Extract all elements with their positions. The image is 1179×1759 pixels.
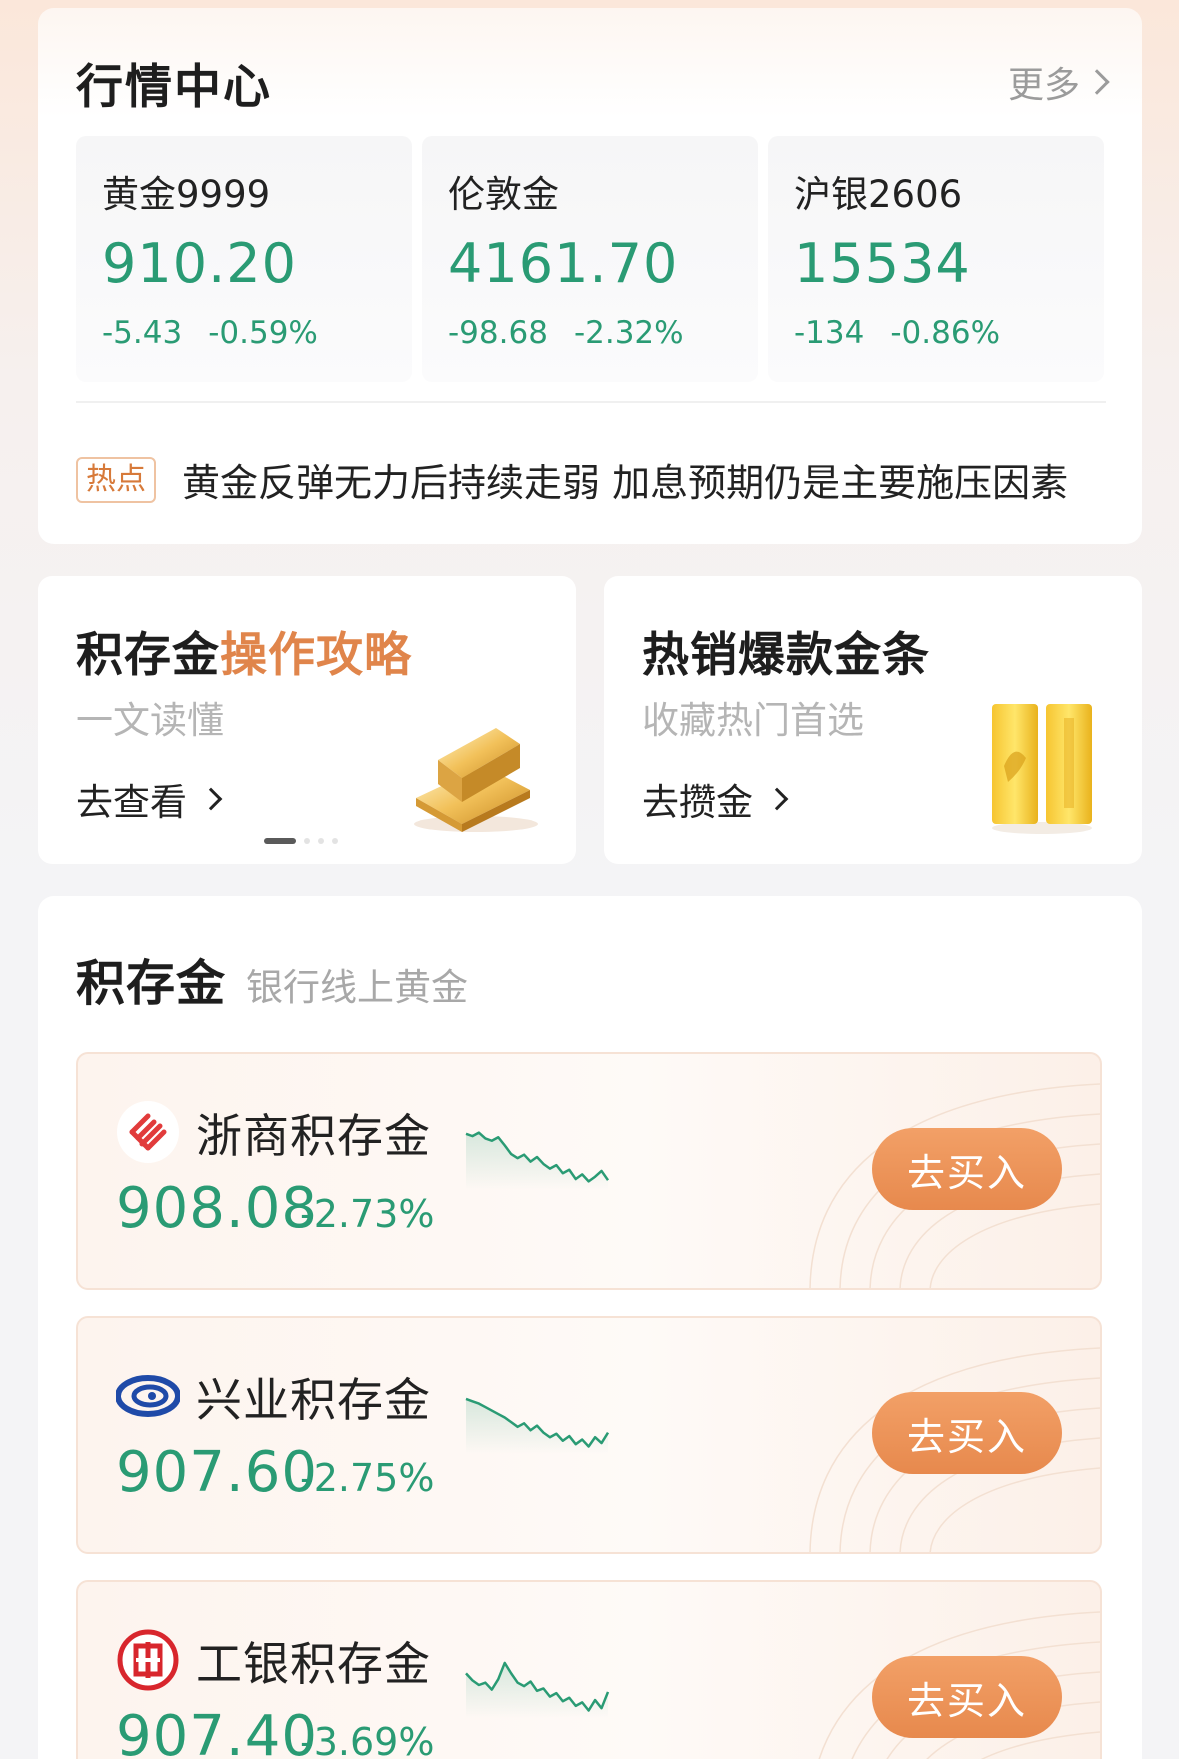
savings-subtitle: 银行线上黄金 [246,966,469,1009]
promo-title-plain: 热销爆款金条 [642,628,930,683]
tile-change-value: -5.43 [102,315,183,351]
promo-title: 积存金操作攻略 [76,616,412,685]
tile-change-percent: -0.86% [890,315,1001,351]
product-name: 兴业积存金 [196,1373,431,1427]
savings-title: 积存金 [76,955,227,1012]
chevron-right-icon [1084,69,1110,95]
product-card-icbc[interactable]: 工银积存金 907.40 -3.69% 去买入 [76,1580,1102,1759]
hot-headline: 黄金反弹无力后持续走弱 加息预期仍是主要施压因素 [182,461,1069,505]
tile-change-percent: -2.32% [573,315,684,351]
tile-name: 沪银2606 [794,173,963,216]
promo-card-guide[interactable]: 积存金操作攻略 一文读懂 去查看 [38,576,576,864]
promo-subtitle: 一文读懂 [76,699,224,742]
savings-header: 积存金 银行线上黄金 [76,944,468,1015]
trend-sparkline [465,1397,610,1454]
tile-change: -98.68 -2.32% [448,315,758,351]
hot-badge: 热点 [76,456,156,503]
market-title: 行情中心 [76,60,272,115]
buy-button[interactable]: 去买入 [872,1128,1062,1210]
tile-change-percent: -0.59% [208,315,318,351]
buy-button[interactable]: 去买入 [872,1656,1062,1738]
tile-change: -5.43 -0.59% [102,315,412,351]
market-tile-london-gold[interactable]: 伦敦金 4161.70 -98.68 -2.32% [422,136,758,382]
gold-bars-icon [414,728,538,832]
carousel-dot-active [264,838,296,844]
cib-logo-icon [116,1375,180,1417]
tile-price: 15534 [794,232,971,295]
trend-sparkline [465,1131,610,1190]
tile-name: 黄金9999 [102,173,271,216]
tile-price: 910.20 [102,232,297,295]
tile-change: -134 -0.86% [794,315,1104,351]
icbc-logo-icon [117,1629,179,1691]
tile-price: 4161.70 [448,232,679,295]
promo-link-save[interactable]: 去攒金 [642,772,789,826]
market-tile-gold9999[interactable]: 黄金9999 910.20 -5.43 -0.59% [76,136,412,382]
promo-link-label: 去攒金 [642,781,753,824]
product-name: 工银积存金 [196,1637,431,1691]
market-center-card: 行情中心 更多 黄金9999 910.20 -5.43 -0.59% 伦敦金 41… [38,8,1142,544]
page: 行情中心 更多 黄金9999 910.20 -5.43 -0.59% 伦敦金 41… [0,0,1179,1759]
carousel-dot [304,838,310,844]
trend-sparkline [465,1661,610,1718]
czbank-logo-icon [117,1101,179,1163]
promo-title: 热销爆款金条 [642,616,930,685]
product-card-cib[interactable]: 兴业积存金 907.60 -2.75% 去买入 [76,1316,1102,1554]
promo-link-label: 去查看 [76,781,187,824]
product-change-percent: -2.75% [300,1456,435,1500]
tile-change-value: -134 [794,315,865,351]
promo-subtitle: 收藏热门首选 [642,699,864,742]
promo-title-accent: 操作攻略 [220,628,412,683]
more-link[interactable]: 更多 [1007,56,1110,108]
buy-button[interactable]: 去买入 [872,1392,1062,1474]
gold-sticks-icon [992,704,1092,834]
tile-change-value: -98.68 [448,315,548,351]
product-price: 907.60 [116,1440,318,1505]
carousel-dot [318,838,324,844]
promo-card-hot-bars[interactable]: 热销爆款金条 收藏热门首选 去攒金 [604,576,1142,864]
product-name: 浙商积存金 [196,1109,431,1163]
product-change-percent: -2.73% [300,1192,435,1236]
product-price: 908.08 [116,1176,318,1241]
gold-savings-section: 积存金 银行线上黄金 浙商积存金 908.08 -2.73% 去买入 兴业积存金… [38,896,1142,1759]
product-price: 907.40 [116,1704,318,1759]
carousel-dot [332,838,338,844]
tile-name: 伦敦金 [448,173,559,216]
sparkline-area [466,1132,608,1190]
hot-news-row[interactable]: 热点 黄金反弹无力后持续走弱 加息预期仍是主要施压因素 [76,452,1068,507]
promo-title-plain: 积存金 [76,628,220,683]
promo-link-view[interactable]: 去查看 [76,772,223,826]
more-label: 更多 [1007,65,1080,106]
chevron-right-icon [199,787,223,811]
carousel-dots [264,838,338,844]
product-card-czbank[interactable]: 浙商积存金 908.08 -2.73% 去买入 [76,1052,1102,1290]
product-change-percent: -3.69% [300,1720,435,1759]
chevron-right-icon [765,787,789,811]
market-tiles: 黄金9999 910.20 -5.43 -0.59% 伦敦金 4161.70 -9… [76,136,1104,382]
market-tile-silver2606[interactable]: 沪银2606 15534 -134 -0.86% [768,136,1104,382]
divider [76,401,1106,403]
